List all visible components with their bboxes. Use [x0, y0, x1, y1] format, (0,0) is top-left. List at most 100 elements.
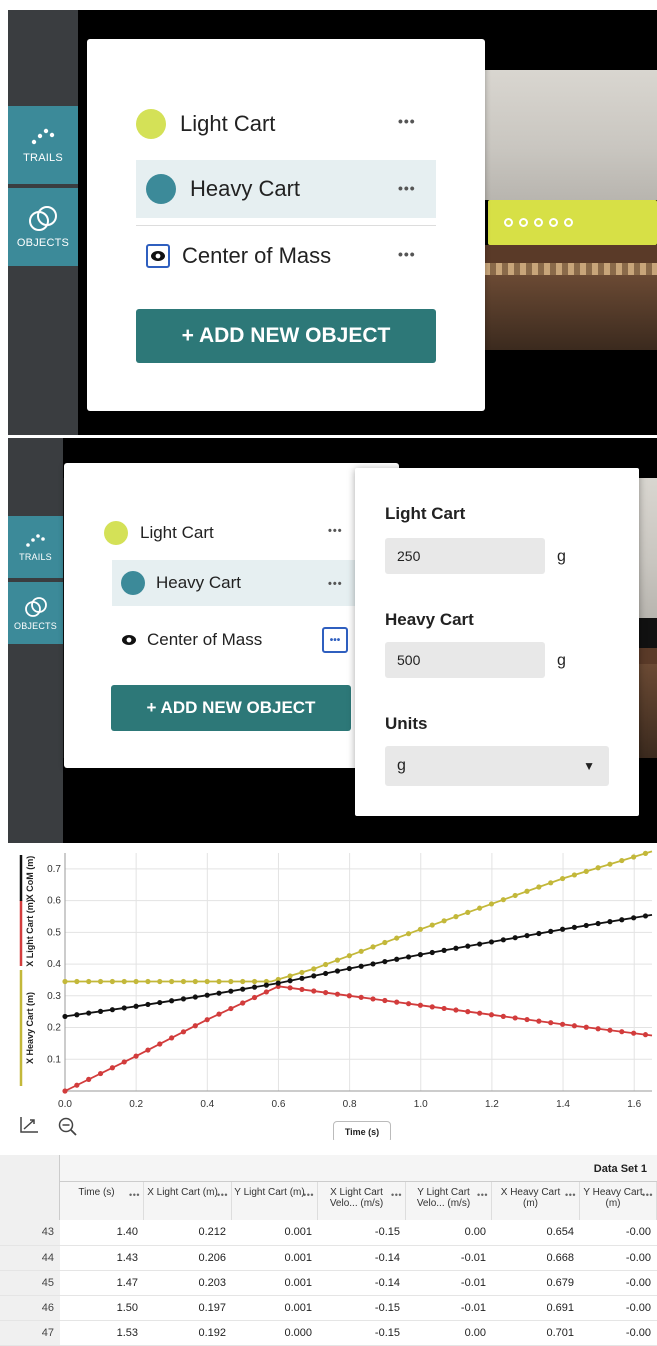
table-row[interactable]: 46 1.50 0.197 0.001 -0.15 -0.01 0.691 -0.00: [0, 1295, 657, 1321]
data-cell[interactable]: 1.47: [60, 1270, 144, 1296]
data-cell[interactable]: 0.206: [144, 1245, 232, 1271]
light-cart-mass-input[interactable]: 250: [385, 538, 545, 574]
column-menu-button[interactable]: •••: [642, 1190, 653, 1201]
data-cell[interactable]: -0.01: [406, 1270, 492, 1296]
data-cell[interactable]: 0.001: [232, 1245, 318, 1271]
data-point: [559, 926, 566, 932]
data-cell[interactable]: 0.691: [492, 1295, 580, 1321]
more-options-button[interactable]: •••: [328, 525, 343, 537]
data-cell[interactable]: 0.212: [144, 1220, 232, 1246]
more-options-button-active[interactable]: •••: [322, 627, 348, 653]
axes-icon[interactable]: [18, 1115, 42, 1135]
row-index-cell[interactable]: 44: [0, 1245, 60, 1271]
trails-button[interactable]: TRAILS: [8, 106, 78, 184]
data-cell[interactable]: -0.00: [580, 1245, 657, 1271]
objects-button[interactable]: OBJECTS: [8, 582, 63, 644]
data-cell[interactable]: -0.00: [580, 1320, 657, 1346]
data-cell[interactable]: -0.15: [318, 1220, 406, 1246]
data-point: [429, 922, 435, 928]
line-chart[interactable]: 0.0 0.2 0.4 0.6 0.8 1.0 1.2 1.4 1.6 0.1 0.2 0.3 0.4 0…: [0, 843, 657, 1113]
heavy-cart-mass-input[interactable]: 500: [385, 642, 545, 678]
trails-button[interactable]: TRAILS: [8, 516, 63, 578]
zoom-out-icon[interactable]: [57, 1116, 79, 1136]
visibility-toggle[interactable]: [146, 244, 170, 268]
object-row-center-of-mass[interactable]: Center of Mass: [146, 236, 436, 276]
units-select[interactable]: g ▼: [385, 746, 609, 786]
data-cell[interactable]: 0.679: [492, 1270, 580, 1296]
more-options-button[interactable]: •••: [398, 113, 416, 129]
column-menu-button[interactable]: •••: [129, 1190, 140, 1201]
data-cell[interactable]: 0.000: [232, 1320, 318, 1346]
data-cell[interactable]: 1.53: [60, 1320, 144, 1346]
column-header[interactable]: Y Light Cart Velo... (m/s) •••: [406, 1182, 492, 1220]
column-header[interactable]: Y Heavy Cart (m) •••: [580, 1182, 657, 1220]
column-header[interactable]: X Heavy Cart (m) •••: [492, 1182, 580, 1220]
data-cell[interactable]: -0.01: [406, 1245, 492, 1271]
row-index-cell[interactable]: 46: [0, 1295, 60, 1321]
column-menu-button[interactable]: •••: [217, 1190, 228, 1201]
object-row-center-of-mass[interactable]: Center of Mass: [121, 623, 321, 657]
data-cell[interactable]: 0.197: [144, 1295, 232, 1321]
data-cell[interactable]: -0.00: [580, 1270, 657, 1296]
row-index-cell[interactable]: 43: [0, 1220, 60, 1246]
column-menu-button[interactable]: •••: [565, 1190, 576, 1201]
data-point: [536, 884, 542, 890]
data-cell[interactable]: -0.14: [318, 1270, 406, 1296]
add-new-object-button[interactable]: + ADD NEW OBJECT: [136, 309, 436, 363]
column-menu-button[interactable]: •••: [391, 1190, 402, 1201]
data-point: [251, 984, 258, 990]
data-point: [263, 982, 269, 988]
row-index-cell[interactable]: 47: [0, 1320, 60, 1346]
data-cell[interactable]: 0.192: [144, 1320, 232, 1346]
y-axis-label: X Light Cart (m): [25, 899, 35, 967]
data-cell[interactable]: -0.14: [318, 1245, 406, 1271]
more-options-button[interactable]: •••: [328, 578, 343, 590]
data-cell[interactable]: 0.001: [232, 1220, 318, 1246]
data-cell[interactable]: 0.001: [232, 1270, 318, 1296]
data-cell[interactable]: 0.701: [492, 1320, 580, 1346]
data-cell[interactable]: -0.01: [406, 1295, 492, 1321]
data-point: [74, 1012, 80, 1018]
more-options-button[interactable]: •••: [398, 246, 416, 262]
column-header[interactable]: Time (s) •••: [60, 1182, 144, 1220]
data-cell[interactable]: 0.00: [406, 1220, 492, 1246]
object-row-light-cart[interactable]: Light Cart: [136, 101, 436, 147]
column-menu-button[interactable]: •••: [303, 1190, 314, 1201]
add-new-object-button[interactable]: + ADD NEW OBJECT: [111, 685, 351, 731]
data-cell[interactable]: 0.00: [406, 1320, 492, 1346]
column-header[interactable]: X Light Cart (m) •••: [144, 1182, 232, 1220]
object-row-heavy-cart[interactable]: Heavy Cart: [112, 560, 362, 606]
column-header[interactable]: X Light Cart Velo... (m/s) •••: [318, 1182, 406, 1220]
data-point: [311, 966, 317, 972]
column-menu-button[interactable]: •••: [477, 1190, 488, 1201]
data-cell[interactable]: -0.15: [318, 1295, 406, 1321]
table-row[interactable]: 45 1.47 0.203 0.001 -0.14 -0.01 0.679 -0.00: [0, 1270, 657, 1296]
data-cell[interactable]: 0.203: [144, 1270, 232, 1296]
object-row-heavy-cart[interactable]: Heavy Cart: [136, 160, 436, 218]
objects-button[interactable]: OBJECTS: [8, 188, 78, 266]
data-cell[interactable]: 0.001: [232, 1295, 318, 1321]
table-row[interactable]: 43 1.40 0.212 0.001 -0.15 0.00 0.654 -0.00: [0, 1220, 657, 1246]
table-row[interactable]: 44 1.43 0.206 0.001 -0.14 -0.01 0.668 -0.00: [0, 1245, 657, 1271]
data-cell[interactable]: 1.50: [60, 1295, 144, 1321]
data-cell[interactable]: -0.00: [580, 1295, 657, 1321]
object-row-light-cart[interactable]: Light Cart: [104, 516, 354, 550]
data-cell[interactable]: 0.668: [492, 1245, 580, 1271]
data-cell[interactable]: 1.40: [60, 1220, 144, 1246]
table-row[interactable]: 47 1.53 0.192 0.000 -0.15 0.00 0.701 -0.00: [0, 1320, 657, 1346]
data-cell[interactable]: -0.15: [318, 1320, 406, 1346]
data-cell[interactable]: -0.00: [580, 1220, 657, 1246]
heavy-cart-mass-label: Heavy Cart: [385, 610, 474, 629]
data-point: [121, 1059, 127, 1065]
data-cell[interactable]: 1.43: [60, 1245, 144, 1271]
row-index-cell[interactable]: 45: [0, 1270, 60, 1296]
data-cell[interactable]: 0.654: [492, 1220, 580, 1246]
data-point: [299, 969, 305, 976]
data-point: [488, 901, 495, 907]
data-point: [334, 991, 341, 997]
data-point: [157, 1041, 163, 1047]
objects-label: OBJECTS: [16, 237, 70, 249]
more-options-button[interactable]: •••: [398, 180, 416, 196]
data-point: [62, 1088, 68, 1094]
column-header[interactable]: Y Light Cart (m) •••: [232, 1182, 318, 1220]
